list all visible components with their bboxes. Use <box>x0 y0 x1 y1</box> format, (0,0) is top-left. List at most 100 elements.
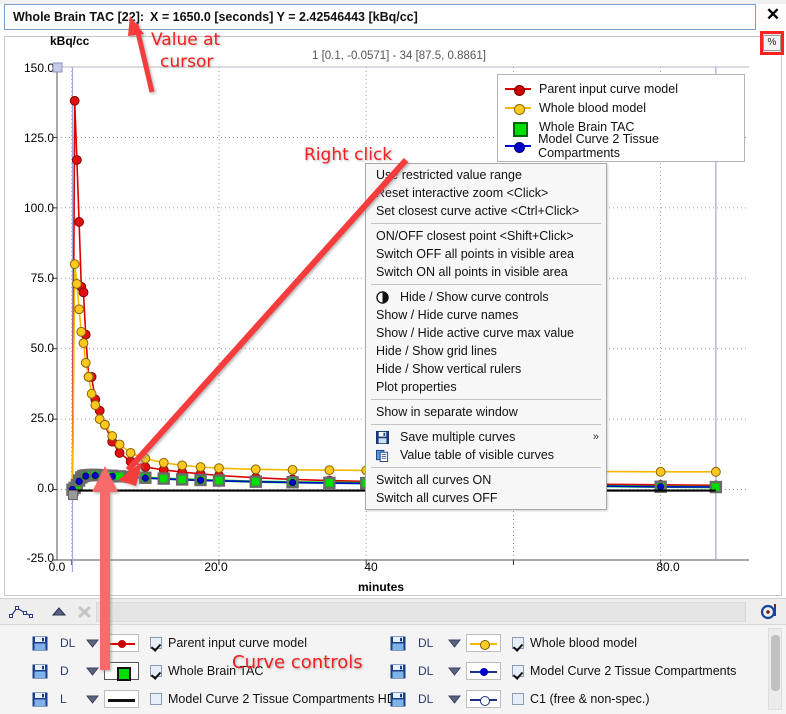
save-curve-button[interactable] <box>390 657 406 685</box>
legend-symbol-parent-input-curve-model <box>504 82 534 96</box>
curve-dropdown-caret[interactable] <box>448 629 461 657</box>
menu-item-value-table-of-visible-curves[interactable]: Value table of visible curves <box>366 446 606 464</box>
checkbox-model-curve-2-tissue-compartments[interactable] <box>512 665 524 677</box>
menu-item-switch-all-curves-on[interactable]: Switch all curves ON <box>366 471 606 489</box>
curve-controls-panel: DL Parent input curve model DL Whole blo… <box>0 624 786 714</box>
save-icon <box>390 692 406 706</box>
chevron-down-icon <box>448 667 461 676</box>
annotation-value-at: Value at <box>151 30 221 50</box>
legend-label: Parent input curve model <box>539 81 678 96</box>
x-tick-label: 40 <box>364 560 378 574</box>
menu-item-switch-all-curves-off[interactable]: Switch all curves OFF <box>366 489 606 507</box>
target-icon[interactable] <box>757 603 783 621</box>
menu-item-show-hide-curve-names[interactable]: Show / Hide curve names <box>366 306 606 324</box>
x-axis-title: minutes <box>358 580 405 594</box>
menu-item-hide-show-grid-lines[interactable]: Hide / Show grid lines <box>366 342 606 360</box>
save-curve-button[interactable] <box>390 685 406 713</box>
target-icon-glyph <box>760 604 776 620</box>
menu-separator <box>371 467 601 468</box>
percent-scale-label: % <box>763 35 781 51</box>
save-icon <box>390 636 406 650</box>
curve-dl-toggle[interactable]: DL <box>418 657 438 685</box>
y-tick-label: 100.0 <box>23 201 54 215</box>
menu-separator <box>371 399 601 400</box>
menu-item-hide-show-vertical-rulers[interactable]: Hide / Show vertical rulers <box>366 360 606 378</box>
legend-label: Model Curve 2 Tissue Compartments <box>538 131 659 160</box>
contrast-icon <box>376 291 389 304</box>
curve-control-row: DL Model Curve 2 Tissue Compartments <box>0 657 760 685</box>
curve-name-label[interactable]: Whole blood model <box>530 636 637 650</box>
y-tick-label: 125.0 <box>23 131 54 145</box>
close-icon[interactable] <box>72 603 98 621</box>
checkbox-whole-blood-model[interactable] <box>512 637 524 649</box>
checkbox-c1-free-non-spec[interactable] <box>512 693 524 705</box>
curve-name-label[interactable]: Model Curve 2 Tissue Compartments <box>530 664 736 678</box>
curve-icon[interactable] <box>8 603 34 621</box>
legend-symbol-model-curve-2-tissue-compartments <box>504 139 533 153</box>
legend-item[interactable]: Model Curve 2 Tissue Compartments <box>504 132 738 160</box>
menu-separator <box>371 284 601 285</box>
style-swatch-c1-free-non-spec[interactable] <box>466 690 501 708</box>
plot-legend: Parent input curve model Whole blood mod… <box>497 74 745 162</box>
cursor-value-coordinates: X = 1650.0 [seconds] Y = 2.42546443 [kBq… <box>150 10 418 24</box>
y-tick-label: 50.0 <box>30 341 54 355</box>
curve-control-row: DL C1 (free & non-spec.) <box>0 685 760 713</box>
curve-style-swatch[interactable] <box>466 629 501 657</box>
cursor-value-field[interactable]: Whole Brain TAC [22]: X = 1650.0 [second… <box>4 4 756 30</box>
menu-item-hide-show-curve-controls[interactable]: Hide / Show curve controls <box>366 288 606 306</box>
menu-item-show-in-separate-window[interactable]: Show in separate window <box>366 403 606 421</box>
curve-range-label: 1 [0.1, -0.0571] - 34 [87.5, 0.8861] <box>312 50 486 62</box>
plot-context-menu[interactable]: Use restricted value range Reset interac… <box>365 163 607 510</box>
curve-controls-scrollbar[interactable] <box>768 628 782 710</box>
curve-dl-toggle[interactable]: DL <box>418 685 438 713</box>
menu-item-plot-properties[interactable]: Plot properties <box>366 378 606 396</box>
curve-name-label[interactable]: C1 (free & non-spec.) <box>530 692 650 706</box>
curve-style-swatch[interactable] <box>466 657 501 685</box>
menu-item-switch-on-all-points[interactable]: Switch ON all points in visible area <box>366 263 606 281</box>
top-info-bar: Whole Brain TAC [22]: X = 1650.0 [second… <box>0 0 786 34</box>
menu-item-show-hide-active-curve-max-value[interactable]: Show / Hide active curve max value <box>366 324 606 342</box>
legend-item[interactable]: Parent input curve model <box>504 79 738 98</box>
curve-dropdown-caret[interactable] <box>448 685 461 713</box>
curve-dropdown-caret[interactable] <box>448 657 461 685</box>
bottom-toolbar <box>0 598 786 625</box>
save-icon <box>390 664 406 678</box>
copy-icon <box>376 449 389 462</box>
curve-icon-glyph <box>9 606 33 618</box>
collapse-icon-glyph <box>51 607 67 616</box>
menu-item-reset-interactive-zoom[interactable]: Reset interactive zoom <Click> <box>366 184 606 202</box>
curve-dl-toggle[interactable]: DL <box>418 629 438 657</box>
close-icon-glyph <box>77 605 92 619</box>
curve-visibility-checkbox[interactable]: Whole blood model <box>512 629 637 657</box>
annotation-cursor: cursor <box>160 52 214 72</box>
collapse-icon[interactable] <box>46 603 72 621</box>
y-tick-label: 0.0 <box>37 481 54 495</box>
menu-item-save-multiple-curves[interactable]: Save multiple curves » <box>366 428 606 446</box>
menu-item-onoff-closest-point[interactable]: ON/OFF closest point <Shift+Click> <box>366 227 606 245</box>
submenu-arrow-icon: » <box>592 431 599 443</box>
menu-item-switch-off-all-points[interactable]: Switch OFF all points in visible area <box>366 245 606 263</box>
percent-scale-button[interactable]: % <box>760 31 784 55</box>
save-curve-button[interactable] <box>390 629 406 657</box>
legend-label: Whole blood model <box>539 100 647 115</box>
curve-visibility-checkbox[interactable]: C1 (free & non-spec.) <box>512 685 650 713</box>
x-tick-label: 0.0 <box>48 560 66 574</box>
menu-item-label: Value table of visible curves <box>400 448 555 462</box>
style-swatch-model-curve-2-tissue-compartments[interactable] <box>466 662 501 680</box>
style-swatch-whole-blood-model[interactable] <box>466 634 501 652</box>
menu-item-use-restricted-value-range[interactable]: Use restricted value range <box>366 166 606 184</box>
legend-item[interactable]: Whole blood model <box>504 98 738 117</box>
curve-control-row: DL Whole blood model <box>0 629 760 657</box>
curve-style-swatch[interactable] <box>466 685 501 713</box>
annotation-right-click: Right click <box>304 145 393 165</box>
close-icon[interactable]: ✕ <box>763 5 783 25</box>
legend-symbol-whole-brain-tac <box>504 120 534 137</box>
chevron-down-icon <box>448 639 461 648</box>
x-tick-label: 20.0 <box>204 560 228 574</box>
save-icon <box>376 431 389 444</box>
menu-item-set-closest-curve-active[interactable]: Set closest curve active <Ctrl+Click> <box>366 202 606 220</box>
toolbar-inset <box>96 602 746 622</box>
scrollbar-thumb[interactable] <box>771 635 780 691</box>
y-tick-label: 25.0 <box>30 411 54 425</box>
curve-visibility-checkbox[interactable]: Model Curve 2 Tissue Compartments <box>512 657 736 685</box>
